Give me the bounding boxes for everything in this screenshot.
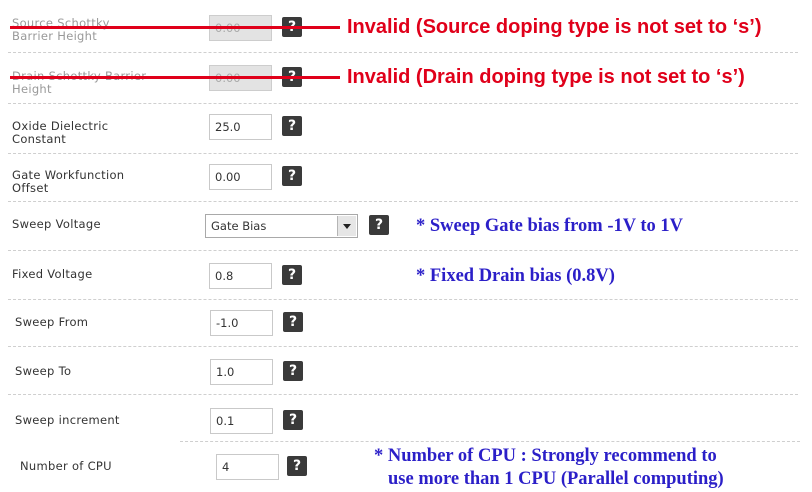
sweep-from-input[interactable]: -1.0 [210,310,273,336]
fixed-voltage-label: Fixed Voltage [12,267,93,281]
source-invalid-strike [10,26,340,29]
oxide-dielectric-input[interactable]: 25.0 [209,114,272,140]
source-schottky-label: Source Schottky Barrier Height [12,16,110,43]
oxide-dielectric-help-icon[interactable]: ? [282,116,302,136]
gate-workfunction-input[interactable]: 0.00 [209,164,272,190]
source-invalid-annotation: Invalid (Source doping type is not set t… [347,16,762,38]
drain-invalid-annotation: Invalid (Drain doping type is not set to… [347,66,745,88]
divider [8,394,798,395]
sweep-from-label: Sweep From [15,315,89,329]
sweep-increment-label: Sweep increment [15,413,120,427]
divider [8,346,798,347]
divider [8,201,798,202]
sweep-voltage-help-icon[interactable]: ? [369,215,389,235]
sweep-to-help-icon[interactable]: ? [283,361,303,381]
sweep-to-label: Sweep To [15,364,72,378]
sweep-increment-help-icon[interactable]: ? [283,410,303,430]
divider [8,52,798,53]
cpu-count-help-icon[interactable]: ? [287,456,307,476]
drain-invalid-strike [10,76,340,79]
fixed-drain-note: * Fixed Drain bias (0.8V) [416,266,615,286]
divider [8,153,798,154]
sweep-to-input[interactable]: 1.0 [210,359,273,385]
sweep-gate-note: * Sweep Gate bias from -1V to 1V [416,216,684,236]
cpu-count-input[interactable]: 4 [216,454,279,480]
oxide-dielectric-label: Oxide Dielectric Constant [12,119,109,146]
divider [180,441,800,442]
sweep-voltage-select[interactable]: Gate Bias [205,214,358,238]
cpu-note-line1: * Number of CPU : Strongly recommend to [374,446,717,466]
sweep-voltage-label: Sweep Voltage [12,217,101,231]
divider [8,103,798,104]
divider [8,250,798,251]
gate-workfunction-help-icon[interactable]: ? [282,166,302,186]
chevron-down-icon[interactable] [337,216,356,236]
divider [8,299,798,300]
cpu-note-line2: use more than 1 CPU (Parallel computing) [388,469,724,489]
fixed-voltage-help-icon[interactable]: ? [282,265,302,285]
fixed-voltage-input[interactable]: 0.8 [209,263,272,289]
gate-workfunction-label: Gate Workfunction Offset [12,168,125,195]
sweep-increment-input[interactable]: 0.1 [210,408,273,434]
sweep-from-help-icon[interactable]: ? [283,312,303,332]
drain-schottky-label: Drain Schottky Barrier Height [12,70,146,96]
sweep-voltage-selected: Gate Bias [211,219,267,233]
cpu-count-label: Number of CPU [20,459,112,473]
